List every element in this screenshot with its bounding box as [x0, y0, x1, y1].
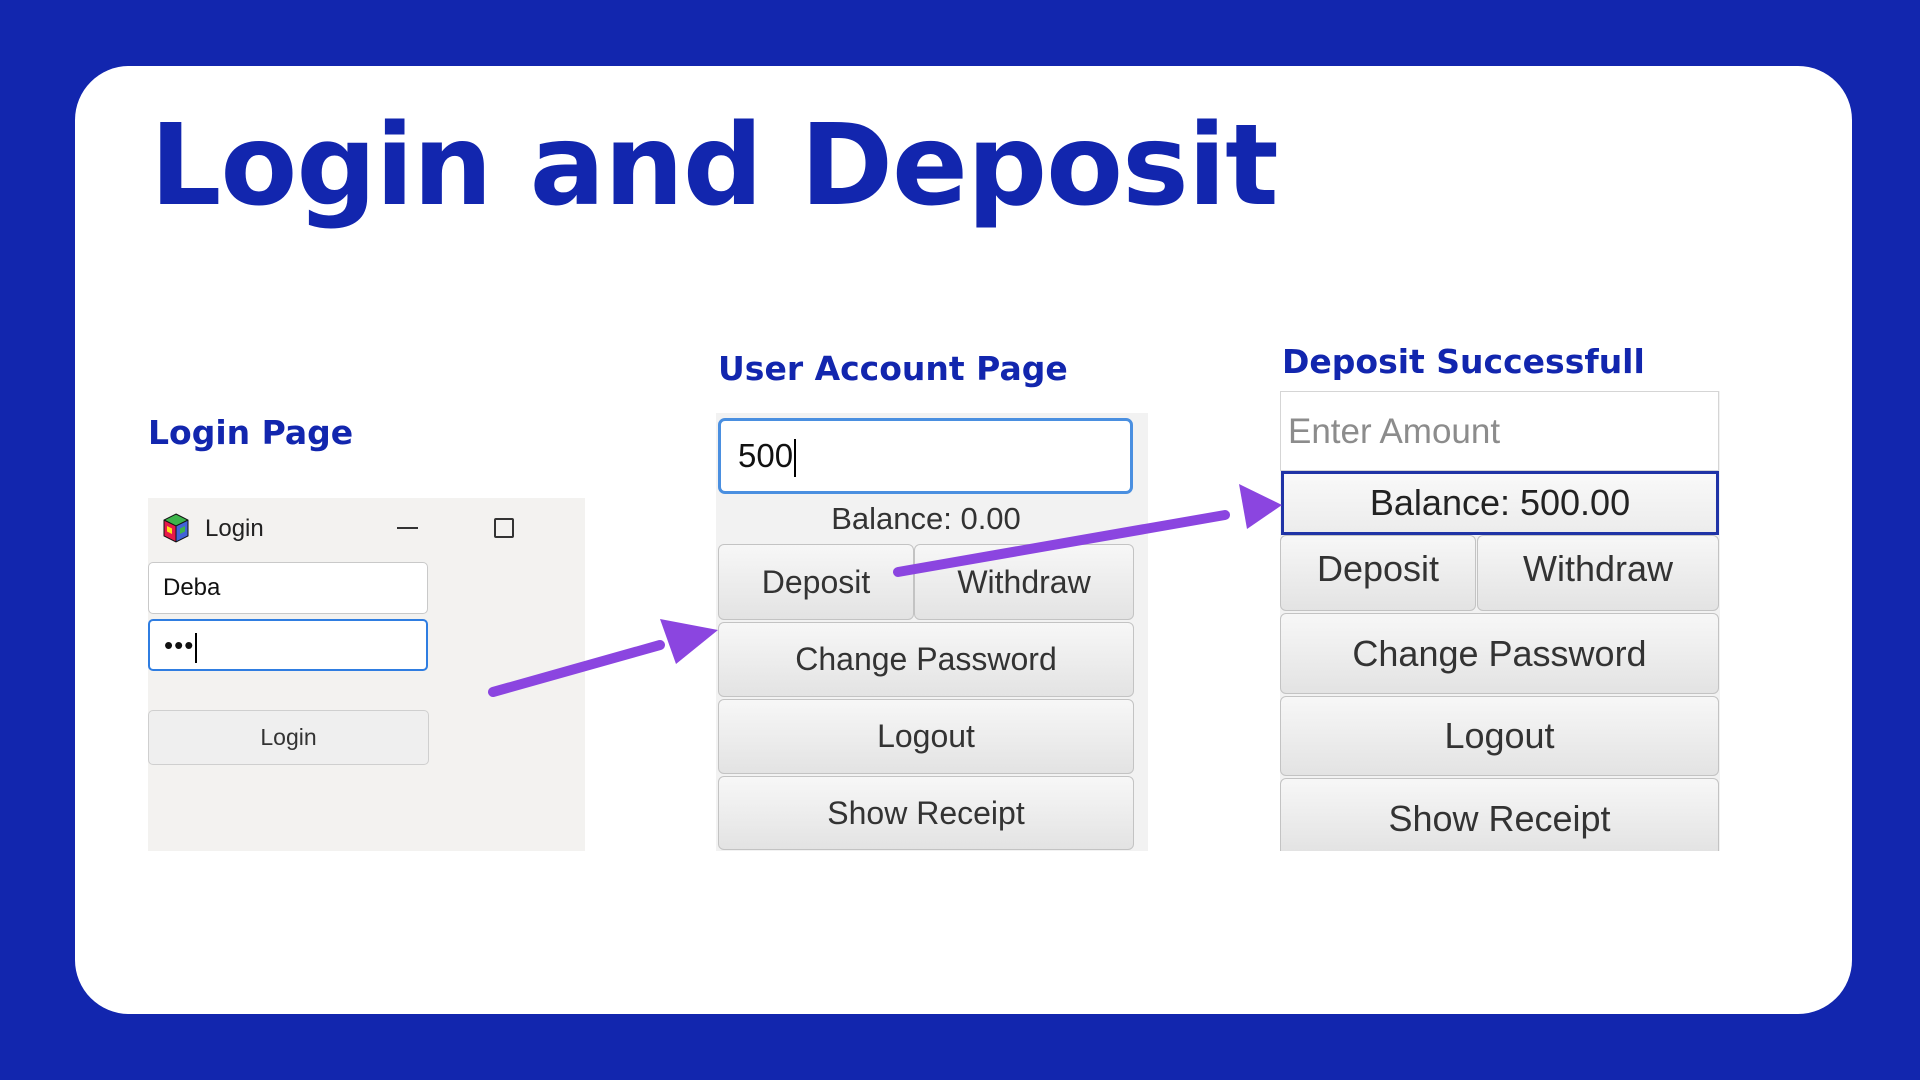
login-button[interactable]: Login — [148, 710, 429, 765]
user-account-panel: 500 Balance: 0.00 Deposit Withdraw Chang… — [716, 413, 1148, 851]
slide-title: Login and Deposit — [150, 101, 1279, 231]
deposit-success-heading: Deposit Successfull — [1282, 342, 1645, 381]
password-value: ••• — [164, 630, 195, 660]
username-value: Deba — [163, 574, 221, 601]
withdraw-button[interactable]: Withdraw — [914, 544, 1134, 620]
deposit-button[interactable]: Deposit — [1280, 535, 1476, 611]
text-caret — [195, 632, 198, 663]
show-receipt-button[interactable]: Show Receipt — [1280, 778, 1719, 851]
balance-label: Balance: 0.00 — [831, 501, 1021, 536]
login-window: Login Deba ••• Login — [148, 498, 585, 851]
text-caret — [794, 439, 797, 478]
deposit-success-panel: Enter Amount Balance: 500.00 Deposit Wit… — [1280, 391, 1720, 851]
maximize-icon[interactable] — [488, 512, 518, 542]
password-input[interactable]: ••• — [148, 619, 428, 671]
login-titlebar: Login — [148, 498, 585, 560]
balance-display: Balance: 500.00 — [1281, 471, 1719, 535]
login-window-title: Login — [205, 515, 264, 542]
deposit-button[interactable]: Deposit — [718, 544, 914, 620]
logout-button[interactable]: Logout — [1280, 696, 1719, 776]
amount-input[interactable]: 500 — [718, 418, 1133, 494]
login-page-heading: Login Page — [148, 413, 354, 452]
change-password-button[interactable]: Change Password — [1280, 613, 1719, 694]
withdraw-button[interactable]: Withdraw — [1477, 535, 1719, 611]
enter-amount-input[interactable]: Enter Amount — [1280, 391, 1719, 471]
amount-value: 500 — [738, 437, 794, 474]
user-account-page-heading: User Account Page — [718, 349, 1068, 388]
minimize-icon[interactable] — [393, 512, 423, 542]
show-receipt-button[interactable]: Show Receipt — [718, 776, 1134, 850]
logout-button[interactable]: Logout — [718, 699, 1134, 774]
cube-app-icon — [163, 513, 189, 543]
username-input[interactable]: Deba — [148, 562, 428, 614]
change-password-button[interactable]: Change Password — [718, 622, 1134, 697]
